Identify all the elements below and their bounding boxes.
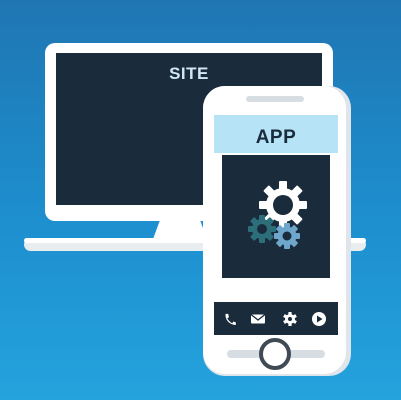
app-label: APP xyxy=(255,127,297,148)
phone-speaker xyxy=(246,96,304,102)
play-icon xyxy=(312,312,326,326)
site-and-app-illustration xyxy=(24,43,366,376)
home-button xyxy=(259,338,291,370)
small-teal-gear-icon xyxy=(248,215,276,243)
mail-icon xyxy=(250,313,266,324)
small-blue-gear-icon xyxy=(274,223,300,249)
illustration-canvas: SITE APP xyxy=(0,0,401,400)
site-label: SITE xyxy=(169,64,209,83)
